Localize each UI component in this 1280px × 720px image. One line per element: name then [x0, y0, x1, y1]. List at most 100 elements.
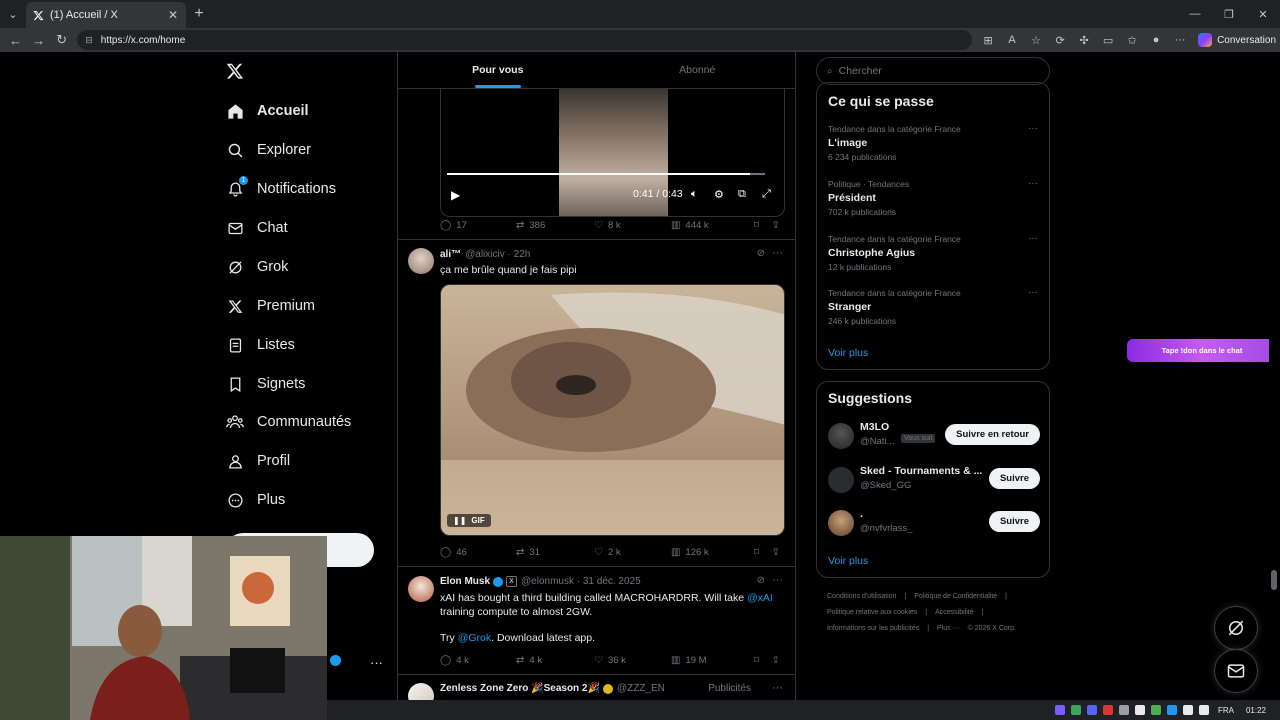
video-progress-bar[interactable] [447, 173, 765, 175]
new-tab-icon[interactable]: + [186, 5, 212, 23]
tray-volume-icon[interactable] [1198, 705, 1209, 715]
author-handle[interactable]: @ZZZ_EN [617, 683, 665, 694]
clock[interactable]: 01:22 [1246, 706, 1266, 715]
post-gif[interactable]: ❚❚ GIF [440, 284, 785, 536]
repost-button[interactable]: ⇄ 386 [516, 217, 594, 233]
tray-app-icon[interactable] [1118, 705, 1129, 715]
reply-button[interactable]: ◯ 46 [440, 544, 516, 560]
tray-mic-icon[interactable] [1134, 705, 1145, 715]
back-icon[interactable]: ← [4, 33, 27, 48]
grok-explain-icon[interactable]: ⊘ [757, 248, 765, 259]
share-button[interactable]: ⇪ [772, 217, 785, 233]
x-logo-icon[interactable] [226, 62, 244, 85]
bookmark-button[interactable]: ⌑ [754, 544, 772, 560]
search-input[interactable]: ⌕ Chercher [816, 57, 1050, 85]
author-name[interactable]: Elon Musk [440, 576, 490, 587]
nav-more[interactable]: Plus [226, 485, 285, 515]
affiliate-x-icon[interactable]: X [506, 576, 518, 587]
grok-fab-button[interactable] [1214, 606, 1258, 650]
nav-bookmarks[interactable]: Signets [226, 369, 305, 399]
trend-item[interactable]: Tendance dans la catégorie France Strang… [828, 287, 1040, 326]
grok-explain-icon[interactable]: ⊘ [757, 575, 765, 586]
like-button[interactable]: ♡ 2 k [594, 544, 671, 560]
nav-communities[interactable]: Communautés [226, 407, 351, 437]
more-icon[interactable]: ··· [1028, 123, 1038, 134]
split-icon[interactable]: ▭ [1096, 34, 1120, 47]
account-menu-icon[interactable]: ··· [370, 655, 383, 670]
suggestion-item[interactable]: . @nvfvrlass_ Suivre [828, 508, 1040, 540]
tray-app-icon[interactable] [1054, 705, 1065, 715]
footer-more-link[interactable]: Plus ··· [937, 625, 960, 632]
pip-icon[interactable]: ⧉ [738, 188, 746, 201]
favorites-icon[interactable]: ✩ [1120, 34, 1144, 47]
footer-accessibility-link[interactable]: Accessibilité [935, 609, 974, 616]
more-icon[interactable]: ··· [1028, 233, 1038, 244]
author-handle[interactable]: @elonmusk · 31 déc. 2025 [521, 576, 641, 587]
tab-list-chevron-icon[interactable]: ⌄ [0, 0, 26, 28]
nav-premium[interactable]: Premium [226, 291, 315, 321]
avatar[interactable] [828, 467, 854, 493]
repost-button[interactable]: ⇄ 4 k [516, 652, 594, 668]
trend-item[interactable]: Tendance dans la catégorie France L'imag… [828, 123, 1040, 162]
address-bar[interactable]: ⊟ https://x.com/home [77, 30, 973, 50]
suggestions-see-more-link[interactable]: Voir plus [828, 555, 868, 567]
author-handle[interactable]: @alixiciv · 22h [465, 249, 530, 260]
site-info-icon[interactable]: ⊟ [85, 35, 93, 46]
window-close-icon[interactable]: ✕ [1246, 0, 1280, 28]
video-player[interactable]: ▶ 0:41 / 0:43 🔈︎ ⚙ ⧉ ⤢ [440, 89, 785, 217]
read-aloud-icon[interactable]: A [1000, 34, 1024, 46]
author-name[interactable]: Zenless Zone Zero 🎉Season 2🎉 [440, 683, 600, 694]
more-icon[interactable]: ··· [772, 247, 783, 259]
repost-button[interactable]: ⇄ 31 [516, 544, 594, 560]
fullscreen-icon[interactable]: ⤢ [762, 188, 771, 201]
tab-for-you[interactable]: Pour vous [398, 52, 598, 88]
tab-close-icon[interactable]: ✕ [166, 8, 180, 22]
like-button[interactable]: ♡ 8 k [594, 217, 671, 233]
trend-item[interactable]: Politique · Tendances Président 702 k pu… [828, 178, 1040, 217]
extensions-icon[interactable]: ✣ [1072, 34, 1096, 47]
nav-lists[interactable]: Listes [226, 330, 295, 360]
maximize-icon[interactable]: ❐ [1212, 0, 1246, 28]
tray-app-icon[interactable] [1070, 705, 1081, 715]
like-button[interactable]: ♡ 36 k [594, 652, 671, 668]
page-scrollbar[interactable] [1269, 52, 1279, 700]
views-button[interactable]: ▥ 126 k [671, 544, 754, 560]
nav-home[interactable]: Accueil [226, 96, 309, 126]
more-icon[interactable]: ··· [772, 574, 783, 586]
trend-item[interactable]: Tendance dans la catégorie France Christ… [828, 233, 1040, 272]
share-button[interactable]: ⇪ [772, 652, 785, 668]
footer-terms-link[interactable]: Conditions d'utilisation [827, 593, 896, 600]
tab-following[interactable]: Abonné [598, 52, 796, 88]
follow-button[interactable]: Suivre [988, 468, 1040, 489]
footer-privacy-link[interactable]: Politique de Confidentialité [914, 593, 997, 600]
browser-menu-icon[interactable]: ··· [1168, 34, 1192, 46]
tray-app-icon[interactable] [1102, 705, 1113, 715]
suggestion-item[interactable]: M3LO @Nati... Vous suit Suivre en retour [828, 421, 1040, 453]
messages-fab-button[interactable] [1214, 649, 1258, 693]
avatar[interactable] [828, 423, 854, 449]
nav-explore[interactable]: Explorer [226, 135, 311, 165]
scrollbar-thumb[interactable] [1271, 570, 1277, 590]
nav-profile[interactable]: Profil [226, 446, 290, 476]
refresh-tab-icon[interactable]: ⟳ [1048, 34, 1072, 47]
favorite-star-icon[interactable]: ☆ [1024, 34, 1048, 47]
bookmark-button[interactable]: ⌑ [754, 652, 772, 668]
tray-network-icon[interactable] [1182, 705, 1193, 715]
more-icon[interactable]: ··· [1028, 287, 1038, 298]
nav-chat[interactable]: Chat [226, 213, 288, 243]
reply-button[interactable]: ◯ 17 [440, 217, 516, 233]
split-screen-icon[interactable]: ⊞ [976, 34, 1000, 47]
footer-ads-info-link[interactable]: Informations sur les publicités [827, 625, 919, 632]
views-button[interactable]: ▥ 19 M [671, 652, 754, 668]
tray-app-icon[interactable] [1150, 705, 1161, 715]
views-button[interactable]: ▥ 444 k [671, 217, 754, 233]
copilot-conversation-button[interactable]: Conversation [1198, 33, 1276, 47]
mention-link[interactable]: @xAI [747, 592, 773, 604]
more-icon[interactable]: ··· [772, 682, 783, 694]
avatar[interactable] [408, 248, 434, 274]
more-icon[interactable]: ··· [1028, 178, 1038, 189]
profile-avatar-icon[interactable]: ● [1144, 34, 1168, 46]
follow-back-button[interactable]: Suivre en retour [945, 424, 1040, 445]
mention-link[interactable]: @Grok [458, 632, 491, 644]
tray-discord-icon[interactable] [1086, 705, 1097, 715]
